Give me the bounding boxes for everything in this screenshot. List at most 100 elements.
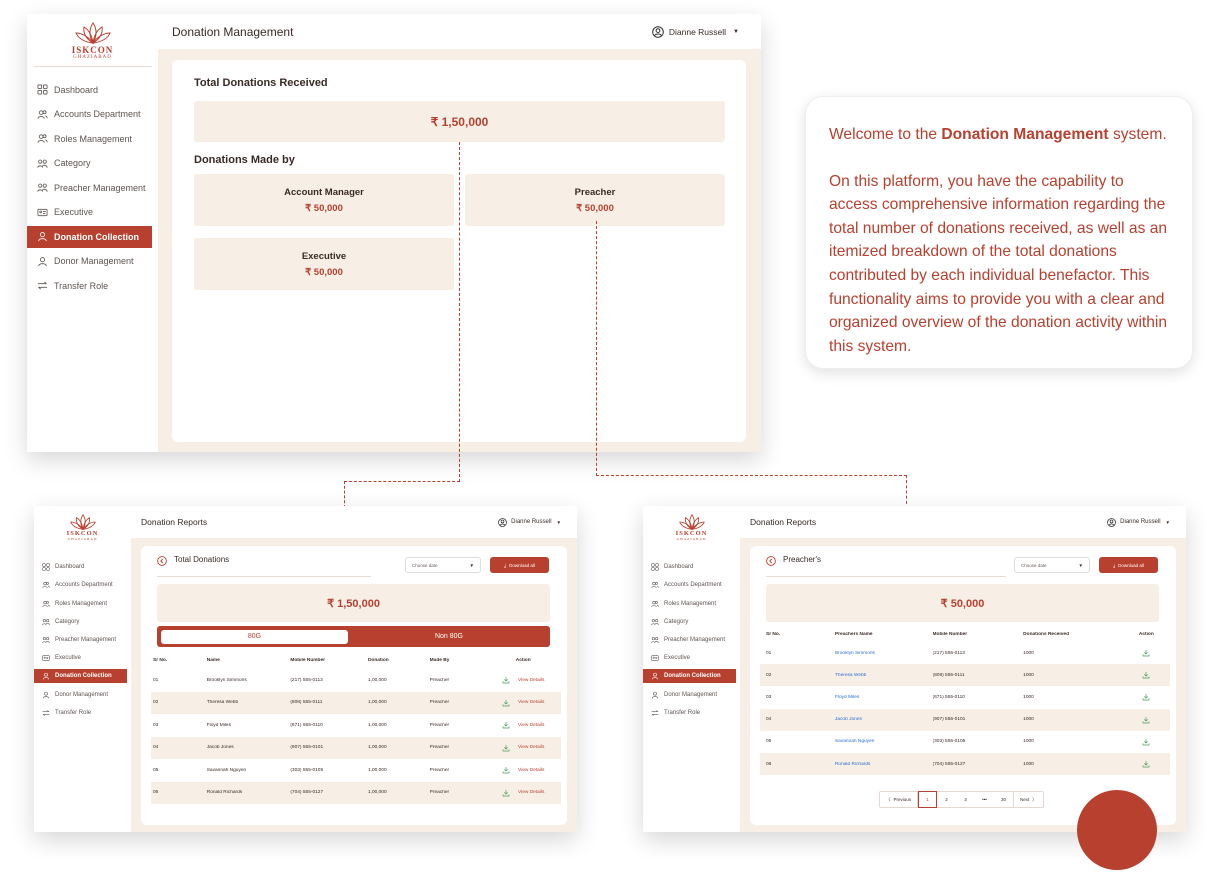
column-header: Name bbox=[206, 657, 220, 663]
pagination-page[interactable]: 3 bbox=[956, 791, 976, 808]
preacher-name-link[interactable]: Theresa Webb bbox=[835, 673, 933, 678]
sidebar-item-accounts-department[interactable]: Accounts Department bbox=[643, 578, 736, 592]
preacher-name-link[interactable]: Brooklyn Simmons bbox=[835, 651, 933, 656]
download-icon[interactable] bbox=[1142, 671, 1150, 679]
download-label: Download all bbox=[509, 562, 535, 568]
view-details-link[interactable]: View Details bbox=[518, 768, 544, 773]
sidebar-item-label: Donation Collection bbox=[54, 231, 139, 242]
table-header: Sr No. Preachers Name Mobile Number Donatio… bbox=[760, 626, 1170, 642]
sidebar-item-preacher-management[interactable]: Preacher Management bbox=[34, 633, 127, 647]
page-number: 1 bbox=[926, 797, 929, 802]
download-icon[interactable] bbox=[502, 721, 510, 729]
download-all-button[interactable]: ⤓ Download all bbox=[1099, 557, 1158, 573]
user-menu[interactable]: Dianne Russell ▼ bbox=[652, 25, 739, 38]
column-header: Mobile Number bbox=[932, 631, 968, 637]
total-amount: ₹ 1,50,000 bbox=[327, 597, 380, 610]
preacher-box[interactable]: Preacher ₹ 50,000 bbox=[465, 174, 725, 226]
download-icon[interactable] bbox=[1142, 760, 1150, 768]
preacher-name-link[interactable]: Savannah Nguyen bbox=[835, 739, 933, 744]
date-select[interactable]: Choose date ▼ bbox=[405, 557, 481, 573]
pagination-page[interactable]: 30 bbox=[994, 791, 1014, 808]
download-icon[interactable] bbox=[502, 699, 510, 707]
sidebar-item-executive[interactable]: Executive bbox=[643, 651, 736, 665]
back-arrow-icon[interactable] bbox=[766, 556, 776, 566]
table-row: 02 Theresa Webb (808) 555-0111 1000 bbox=[760, 664, 1170, 687]
sidebar-item-dashboard[interactable]: Dashboard bbox=[27, 79, 152, 101]
account-manager-box[interactable]: Account Manager ₹ 50,000 bbox=[194, 174, 454, 226]
sidebar-item-roles-management[interactable]: Roles Management bbox=[34, 597, 127, 611]
download-icon: ⤓ bbox=[504, 562, 507, 568]
action-cell bbox=[1123, 671, 1170, 679]
download-icon[interactable] bbox=[1142, 649, 1150, 657]
logo-divider bbox=[33, 66, 152, 67]
back-arrow-icon[interactable] bbox=[157, 556, 167, 566]
sidebar-item-executive[interactable]: Executive bbox=[27, 201, 152, 223]
view-details-link[interactable]: View Details bbox=[518, 723, 544, 728]
brand-location: GHAZIABAD bbox=[67, 537, 98, 541]
sidebar-item-preacher-management[interactable]: Preacher Management bbox=[27, 177, 152, 199]
sidebar-item-transfer-role[interactable]: Transfer Role bbox=[34, 706, 127, 720]
breakdown-amount: ₹ 50,000 bbox=[305, 266, 343, 278]
pagination-page[interactable]: 2 bbox=[937, 791, 957, 808]
sidebar-item-donation-collection[interactable]: Donation Collection bbox=[34, 669, 127, 684]
connector-line bbox=[459, 142, 460, 482]
preacher-name-link[interactable]: Floyd Miles bbox=[835, 695, 933, 700]
preacher-name-link[interactable]: Jacob Jones bbox=[835, 717, 933, 722]
date-select[interactable]: Choose date ▼ bbox=[1014, 557, 1090, 573]
pagination-page[interactable]: 1 bbox=[918, 791, 938, 808]
sidebar-item-donation-collection[interactable]: Donation Collection bbox=[27, 225, 152, 248]
sidebar-item-dashboard[interactable]: Dashboard bbox=[34, 560, 127, 574]
sidebar-item-label: Donation Collection bbox=[55, 673, 112, 680]
view-details-link[interactable]: View Details bbox=[518, 790, 544, 795]
table-row: 04 Jacob Jones (907) 555-0101 1000 bbox=[760, 708, 1170, 731]
download-icon[interactable] bbox=[1142, 738, 1150, 746]
executive-box[interactable]: Executive ₹ 50,000 bbox=[194, 238, 454, 290]
sidebar: ISKCON GHAZIABAD Dashboard Accounts Depar… bbox=[27, 14, 158, 452]
sidebar-item-roles-management[interactable]: Roles Management bbox=[27, 128, 152, 150]
view-details-link[interactable]: View Details bbox=[518, 678, 544, 683]
sidebar-item-category[interactable]: Category bbox=[643, 615, 736, 629]
sidebar-item-accounts-department[interactable]: Accounts Department bbox=[27, 103, 152, 125]
user-menu[interactable]: Dianne Russell ▼ bbox=[498, 517, 561, 527]
total-heading: Total Donations Received bbox=[194, 77, 328, 89]
sidebar-item-transfer-role[interactable]: Transfer Role bbox=[643, 706, 736, 720]
tab-80g[interactable]: 80G bbox=[161, 629, 348, 644]
table-cell: 1,00,000 bbox=[367, 767, 387, 773]
download-icon[interactable] bbox=[502, 789, 510, 797]
transfer-icon bbox=[651, 709, 659, 717]
sidebar-item-preacher-management[interactable]: Preacher Management bbox=[643, 633, 736, 647]
logo: ISKCON GHAZIABAD bbox=[643, 514, 740, 541]
sidebar-item-donor-management[interactable]: Donor Management bbox=[643, 688, 736, 702]
view-details-link[interactable]: View Details bbox=[518, 700, 544, 705]
sidebar-item-roles-management[interactable]: Roles Management bbox=[643, 597, 736, 611]
action-cell bbox=[1123, 738, 1170, 746]
sidebar-item-label: Preacher Management bbox=[664, 636, 726, 643]
download-icon[interactable] bbox=[502, 766, 510, 774]
preacher-name-link[interactable]: Ronald Richards bbox=[835, 762, 933, 767]
sidebar-item-label: Category bbox=[664, 618, 689, 625]
sidebar-item-accounts-department[interactable]: Accounts Department bbox=[34, 578, 127, 592]
sidebar-item-transfer-role[interactable]: Transfer Role bbox=[27, 275, 152, 297]
sidebar-item-dashboard[interactable]: Dashboard bbox=[643, 560, 736, 574]
breakdown-label: Account Manager bbox=[284, 186, 364, 198]
pagination-next[interactable]: Next 〉 bbox=[1013, 791, 1044, 808]
sidebar-item-donor-management[interactable]: Donor Management bbox=[34, 688, 127, 702]
download-icon[interactable] bbox=[1142, 716, 1150, 724]
pagination-prev[interactable]: 〈 Previous bbox=[879, 791, 919, 808]
download-icon[interactable] bbox=[502, 744, 510, 752]
sidebar-item-donor-management[interactable]: Donor Management bbox=[27, 250, 152, 272]
download-icon[interactable] bbox=[502, 676, 510, 684]
user-menu[interactable]: Dianne Russell ▼ bbox=[1107, 517, 1170, 527]
sidebar-item-category[interactable]: Category bbox=[27, 152, 152, 174]
table-cell: 02 bbox=[766, 672, 772, 678]
sidebar: ISKCON GHAZIABAD Dashboard Accounts Depar… bbox=[34, 506, 131, 832]
sidebar-item-category[interactable]: Category bbox=[34, 615, 127, 629]
table-cell: 06 bbox=[153, 790, 159, 796]
download-icon[interactable] bbox=[1142, 693, 1150, 701]
sidebar-item-executive[interactable]: Executive bbox=[34, 651, 127, 665]
tab-non-80g[interactable]: Non 80G bbox=[348, 633, 550, 640]
download-all-button[interactable]: ⤓ Download all bbox=[490, 557, 549, 573]
view-details-link[interactable]: View Details bbox=[518, 745, 544, 750]
date-placeholder: Choose date bbox=[412, 562, 438, 568]
sidebar-item-donation-collection[interactable]: Donation Collection bbox=[643, 669, 736, 684]
